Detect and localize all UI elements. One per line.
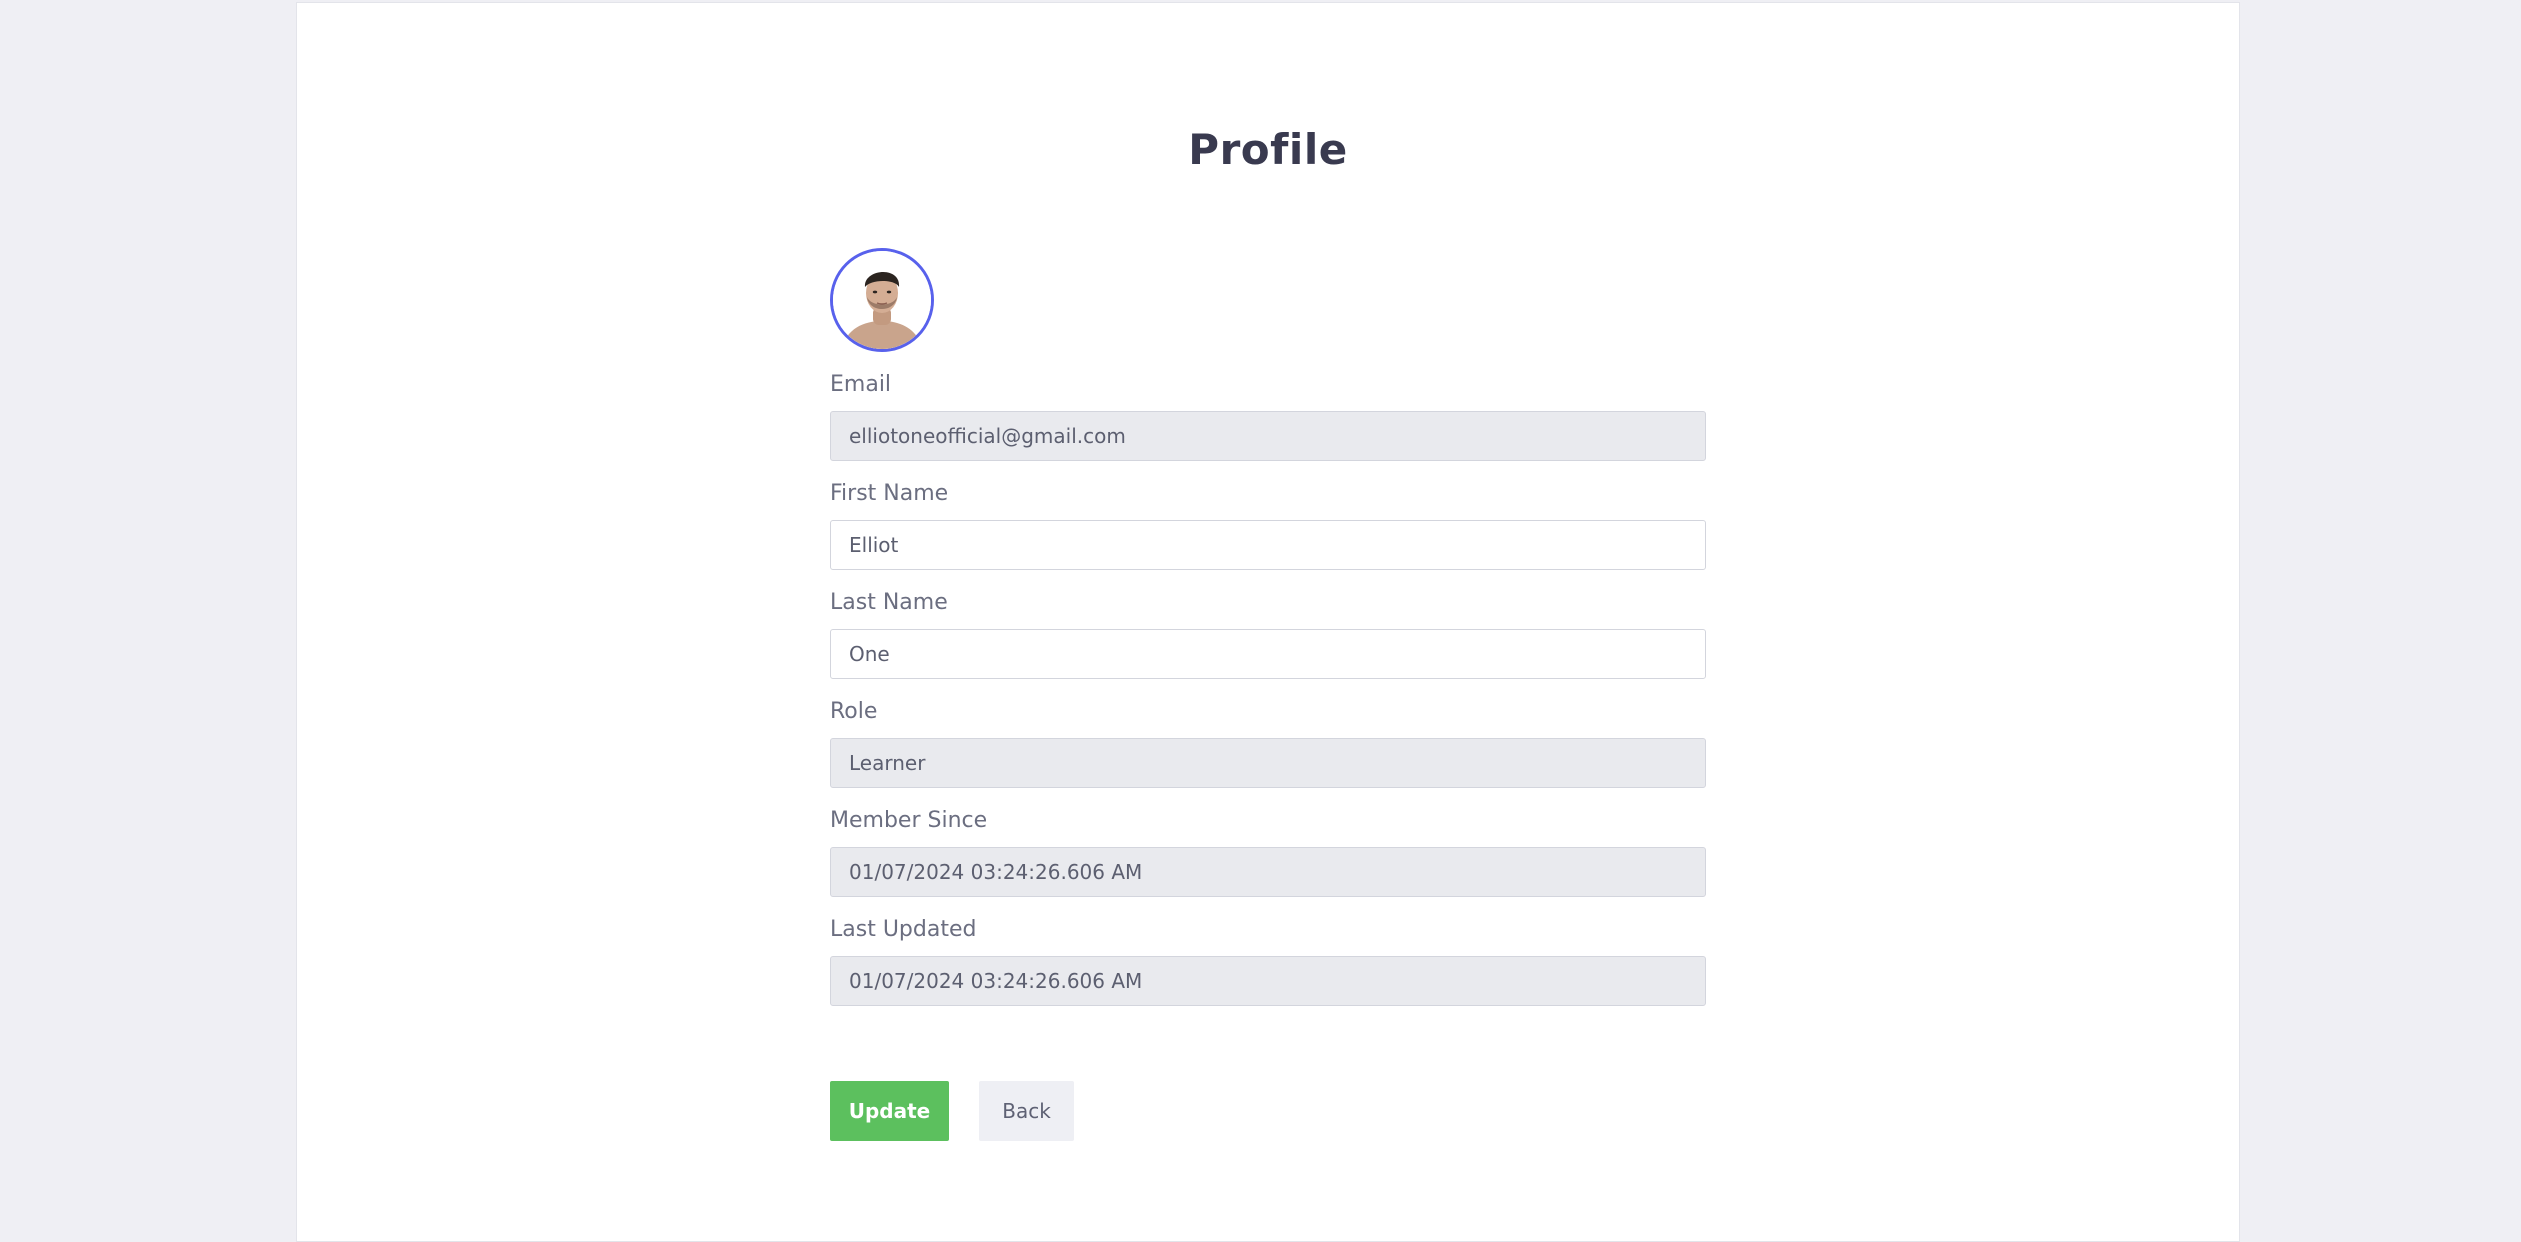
last-updated-field[interactable] (830, 956, 1706, 1006)
page-title: Profile (1188, 125, 1348, 175)
role-field[interactable] (830, 738, 1706, 788)
field-last-updated: Last Updated (830, 917, 1706, 1006)
role-label: Role (830, 699, 878, 724)
back-button[interactable]: Back (979, 1081, 1074, 1141)
profile-card: Profile Email elliotoneofficial@gmail.co… (296, 2, 2240, 1242)
last-name-field[interactable] (830, 629, 1706, 679)
form-actions: Update Back (830, 1081, 1074, 1141)
first-name-label: First Name (830, 481, 949, 506)
field-first-name: First Name (830, 481, 1706, 570)
profile-form: Email First Name Last Name Role Member S… (830, 248, 1706, 1141)
avatar (830, 248, 934, 352)
update-button[interactable]: Update (830, 1081, 949, 1141)
field-last-name: Last Name (830, 590, 1706, 679)
first-name-field[interactable] (830, 520, 1706, 570)
member-since-label: Member Since (830, 808, 988, 833)
last-updated-label: Last Updated (830, 917, 977, 942)
email-label: Email (830, 372, 892, 397)
last-name-label: Last Name (830, 590, 948, 615)
avatar-photo (833, 251, 931, 349)
member-since-field[interactable] (830, 847, 1706, 897)
field-email: Email (830, 372, 1706, 461)
field-role: Role (830, 699, 1706, 788)
field-member-since: Member Since (830, 808, 1706, 897)
email-field[interactable] (830, 411, 1706, 461)
